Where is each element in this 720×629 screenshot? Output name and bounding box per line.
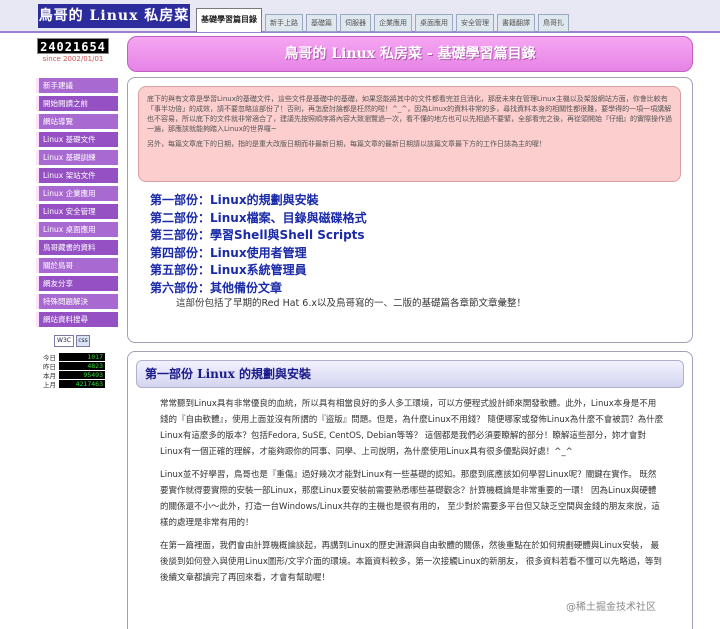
stat-last-month: 上月 4217463 [43,379,105,389]
sidebar-item-newbie-advice[interactable]: 新手建議 [36,78,118,93]
section-part-1: 第一部份 Linux 的規劃與安裝 常常聽到Linux具有非常優良的血統，所以具… [127,351,693,629]
validator-badges: W3C css [54,335,90,347]
sidebar-item-linux-desktop[interactable]: Linux 桌面應用 [36,222,118,237]
intro-date-note: 另外，每篇文章底下的日期，指的是重大改版日期而非最新日期，每篇文章的最新日期請以… [147,140,546,148]
sidebar-item-site-guide[interactable]: 網站導覽 [36,114,118,129]
sidebar-item-search[interactable]: 網站資料搜尋 [36,312,118,327]
index-box: 底下的與有文章是學習Linux的基礎文件，這些文件是基礎中的基礎，如果您能將其中… [127,77,693,343]
tab-desktop[interactable]: 桌面應用 [415,14,453,32]
sidebar-item-linux-security[interactable]: Linux 安全管理 [36,204,118,219]
css-badge[interactable]: css [76,335,90,347]
intro-notice: 底下的與有文章是學習Linux的基礎文件，這些文件是基礎中的基礎，如果您能將其中… [138,86,681,182]
visit-stats: 今日 1017 昨日 4823 本月 95493 上月 4217463 [43,352,105,389]
tab-basic[interactable]: 基礎篇 [306,14,337,32]
part-link-1[interactable]: 第一部份：Linux的規劃與安裝 [150,192,682,210]
site-title[interactable]: 鳥哥的 Linux 私房菜 [38,4,190,28]
sidebar-item-linux-enterprise[interactable]: Linux 企業應用 [36,186,118,201]
section-body: 常常聽到Linux具有非常優良的血統，所以具有相當良好的多人多工環境，可以方便程… [136,388,684,586]
tab-server[interactable]: 伺服器 [340,14,371,32]
part-link-4[interactable]: 第四部份：Linux使用者管理 [150,245,682,263]
top-tabs: 基礎學習篇目錄 新手上路 基礎篇 伺服器 企業應用 桌面應用 安全管理 書籍翻譯… [196,8,569,32]
sidebar-item-about[interactable]: 關於鳥哥 [36,258,118,273]
stat-value: 4823 [59,361,105,370]
tab-security[interactable]: 安全管理 [456,14,494,32]
section-paragraph: 常常聽到Linux具有非常優良的血統，所以具有相當良好的多人多工環境，可以方便程… [160,399,664,457]
tab-basic-index[interactable]: 基礎學習篇目錄 [196,8,262,32]
sidebar-item-linux-basic[interactable]: Linux 基礎文件 [36,132,118,147]
tab-enterprise[interactable]: 企業應用 [374,14,412,32]
tab-newbie[interactable]: 新手上路 [265,14,303,32]
part-link-3[interactable]: 第三部份：學習Shell與Shell Scripts [150,227,682,245]
since-date: since 2002/01/01 [42,55,104,63]
part-link-6[interactable]: 第六部份：其他備份文章 [150,280,682,298]
stat-value: 95493 [59,370,105,379]
section-paragraph: Linux並不好學習，鳥哥也是『重傷』過好幾次才能對Linux有一些基礎的認知。… [160,470,660,528]
part-link-2[interactable]: 第二部份：Linux檔案、目錄與磁碟格式 [150,210,682,228]
stat-label: 上月 [43,380,56,389]
stat-value: 4217463 [59,379,105,388]
section-paragraph: 在第一篇裡面，我們會由計算機概論談起，再講到Linux的歷史淵源與自由軟體的關係… [160,541,662,583]
sidebar-item-before-reading[interactable]: 開始閱讀之前 [36,96,118,111]
sidebar-item-linux-training[interactable]: Linux 基礎訓練 [36,150,118,165]
w3c-badge[interactable]: W3C [54,335,74,347]
parts-list: 第一部份：Linux的規劃與安裝 第二部份：Linux檔案、目錄與磁碟格式 第三… [138,192,682,311]
watermark: @稀土掘金技术社区 [566,602,656,613]
sidebar-item-problems[interactable]: 特殊問題解決 [36,294,118,309]
sidebar-item-share[interactable]: 網友分享 [36,276,118,291]
sidebar-item-books[interactable]: 鳥哥藏書的資料 [36,240,118,255]
part-link-5[interactable]: 第五部份：Linux系統管理員 [150,262,682,280]
section-title: 第一部份 Linux 的規劃與安裝 [136,360,684,388]
top-bar: 鳥哥的 Linux 私房菜 基礎學習篇目錄 新手上路 基礎篇 伺服器 企業應用 … [0,0,720,33]
page-title: 鳥哥的 Linux 私房菜 - 基礎學習篇目錄 [127,36,693,72]
stat-value: 1017 [59,352,105,361]
tab-birdbook[interactable]: 鳥哥扎 [538,14,569,32]
tab-translation[interactable]: 書籍翻譯 [497,14,535,32]
visit-counter: 24021654 [37,38,109,54]
part-6-note: 這部份包括了早期的Red Hat 6.x以及鳥哥寫的一、二版的基礎篇各章節文章彙… [176,298,526,309]
sidebar-nav: 新手建議 開始閱讀之前 網站導覽 Linux 基礎文件 Linux 基礎訓練 L… [36,78,118,330]
main-content: 鳥哥的 Linux 私房菜 - 基礎學習篇目錄 底下的與有文章是學習Linux的… [127,36,693,629]
intro-paragraph: 底下的與有文章是學習Linux的基礎文件，這些文件是基礎中的基礎，如果您能將其中… [147,95,672,133]
sidebar-item-linux-server[interactable]: Linux 架站文件 [36,168,118,183]
